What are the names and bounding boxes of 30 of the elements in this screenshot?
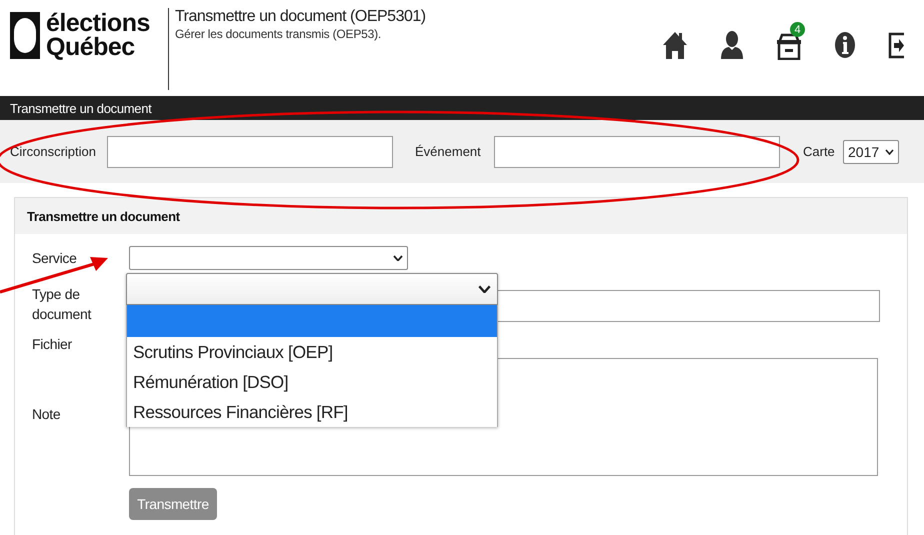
page-title: Transmettre un document (OEP5301): [175, 8, 427, 26]
field-label: Carte: [803, 144, 836, 159]
chevron-down-icon: [393, 254, 403, 262]
panel-title: Transmettre un document: [27, 208, 180, 224]
count-badge: 4: [790, 22, 805, 37]
logo-mark: [10, 12, 40, 58]
logo-text: élections: [46, 11, 150, 35]
chevron-down-icon: [478, 284, 491, 294]
dropdown-option[interactable]: Rémunération [DSO]: [127, 367, 497, 397]
field-label: Fichier: [32, 336, 73, 352]
input-field[interactable]: [494, 136, 780, 168]
field-label: Service: [32, 250, 78, 266]
field-label: Circonscription: [10, 144, 97, 159]
person-icon[interactable]: [720, 30, 744, 60]
logout-icon[interactable]: [888, 30, 904, 60]
nav-title: Transmettre un document: [10, 100, 152, 116]
dropdown-option[interactable]: Scrutins Provinciaux [OEP]: [127, 337, 497, 367]
chevron-down-icon: [885, 148, 894, 154]
logo-text: Québec: [46, 35, 136, 59]
field-label: Type de document: [32, 285, 92, 324]
field-label: Événement: [415, 144, 482, 159]
dropdown-option[interactable]: Ressources Financières [RF]: [127, 397, 497, 427]
service-dropdown[interactable]: [129, 246, 408, 270]
home-icon[interactable]: [662, 30, 688, 60]
type-dropdown[interactable]: [126, 273, 498, 305]
page-subtitle: Gérer les documents transmis (OEP53).: [175, 27, 382, 41]
info-icon[interactable]: [834, 30, 856, 60]
input-field[interactable]: [107, 136, 393, 168]
year-dropdown[interactable]: 2017: [843, 140, 900, 164]
field-label: Note: [32, 406, 62, 422]
